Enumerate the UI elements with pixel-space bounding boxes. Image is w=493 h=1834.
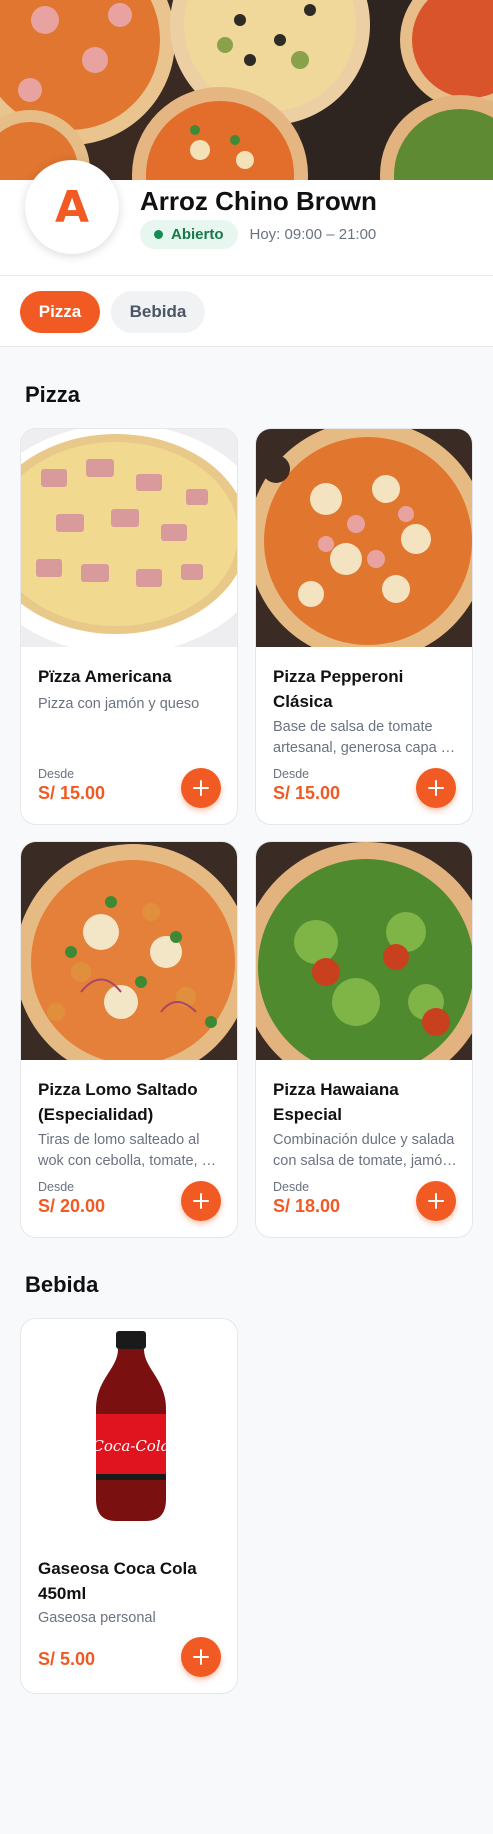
svg-text:Coca-Cola: Coca-Cola: [92, 1437, 169, 1455]
product-description: Base de salsa de tomate artesanal, gener…: [273, 719, 457, 756]
store-avatar: A: [25, 160, 119, 254]
add-to-cart-button[interactable]: [181, 768, 221, 808]
plus-icon: [193, 1193, 209, 1209]
product-description: Pizza con jamón y queso: [38, 696, 200, 712]
product-card[interactable]: Coca-Cola Gaseosa Coca Cola 450ml Gaseos…: [20, 1318, 238, 1694]
product-description: Gaseosa personal: [38, 1610, 156, 1626]
status-row: Abierto Hoy: 09:00 – 21:00: [140, 220, 376, 249]
price-from-label: Desde: [38, 1180, 75, 1194]
product-image-pizza-pepperoni: [256, 429, 472, 647]
store-header: A Arroz Chino Brown Abierto Hoy: 09:00 –…: [0, 160, 493, 276]
product-name: Gaseosa Coca Cola 450ml: [38, 1559, 197, 1603]
product-price: S/ 5.00: [38, 1649, 96, 1669]
plus-icon: [193, 780, 209, 796]
opening-hours: Hoy: 09:00 – 21:00: [249, 226, 377, 243]
product-price: S/ 15.00: [38, 783, 106, 803]
avatar-letter: A: [54, 181, 90, 233]
product-card[interactable]: Pïzza Americana Pizza con jamón y queso …: [20, 428, 238, 825]
product-name: Pizza Lomo Saltado (Especialidad): [38, 1080, 198, 1124]
plus-icon: [428, 780, 444, 796]
product-price: S/ 20.00: [38, 1196, 106, 1216]
product-image-pizza-americana: [21, 429, 237, 647]
add-to-cart-button[interactable]: [181, 1637, 221, 1677]
product-price: S/ 15.00: [273, 783, 341, 803]
plus-icon: [193, 1649, 209, 1665]
price-from-label: Desde: [273, 767, 310, 781]
status-label: Abierto: [171, 226, 224, 243]
product-name: Pizza Pepperoni Clásica: [273, 667, 404, 711]
product-description: Tiras de lomo salteado al wok con ceboll…: [38, 1132, 217, 1169]
product-card[interactable]: Pizza Lomo Saltado (Especialidad) Tiras …: [20, 841, 238, 1238]
add-to-cart-button[interactable]: [416, 768, 456, 808]
add-to-cart-button[interactable]: [181, 1181, 221, 1221]
tab-pizza[interactable]: Pizza: [20, 291, 100, 333]
price-from-label: Desde: [273, 1180, 310, 1194]
tab-bebida[interactable]: Bebida: [111, 291, 205, 333]
plus-icon: [428, 1193, 444, 1209]
store-name: Arroz Chino Brown: [140, 186, 377, 216]
product-image-pizza-hawaiana: [256, 842, 472, 1060]
product-image-pizza-lomo: [21, 842, 237, 1060]
product-name: Pïzza Americana: [38, 667, 172, 686]
section-title-pizza: Pizza: [25, 382, 81, 407]
product-name: Pizza Hawaiana Especial: [273, 1080, 399, 1124]
product-card[interactable]: Pizza Hawaiana Especial Combinación dulc…: [255, 841, 473, 1238]
product-image-coca-cola: Coca-Cola: [21, 1319, 237, 1537]
price-from-label: Desde: [38, 767, 75, 781]
section-title-bebida: Bebida: [25, 1272, 99, 1297]
category-tabs: Pizza Bebida: [0, 276, 493, 347]
product-card[interactable]: Pizza Pepperoni Clásica Base de salsa de…: [255, 428, 473, 825]
status-badge: Abierto: [140, 220, 238, 249]
product-description: Combinación dulce y salada con salsa de …: [273, 1132, 455, 1169]
product-price: S/ 18.00: [273, 1196, 341, 1216]
status-dot-icon: [154, 230, 163, 239]
add-to-cart-button[interactable]: [416, 1181, 456, 1221]
hero-banner-image: [0, 0, 493, 180]
